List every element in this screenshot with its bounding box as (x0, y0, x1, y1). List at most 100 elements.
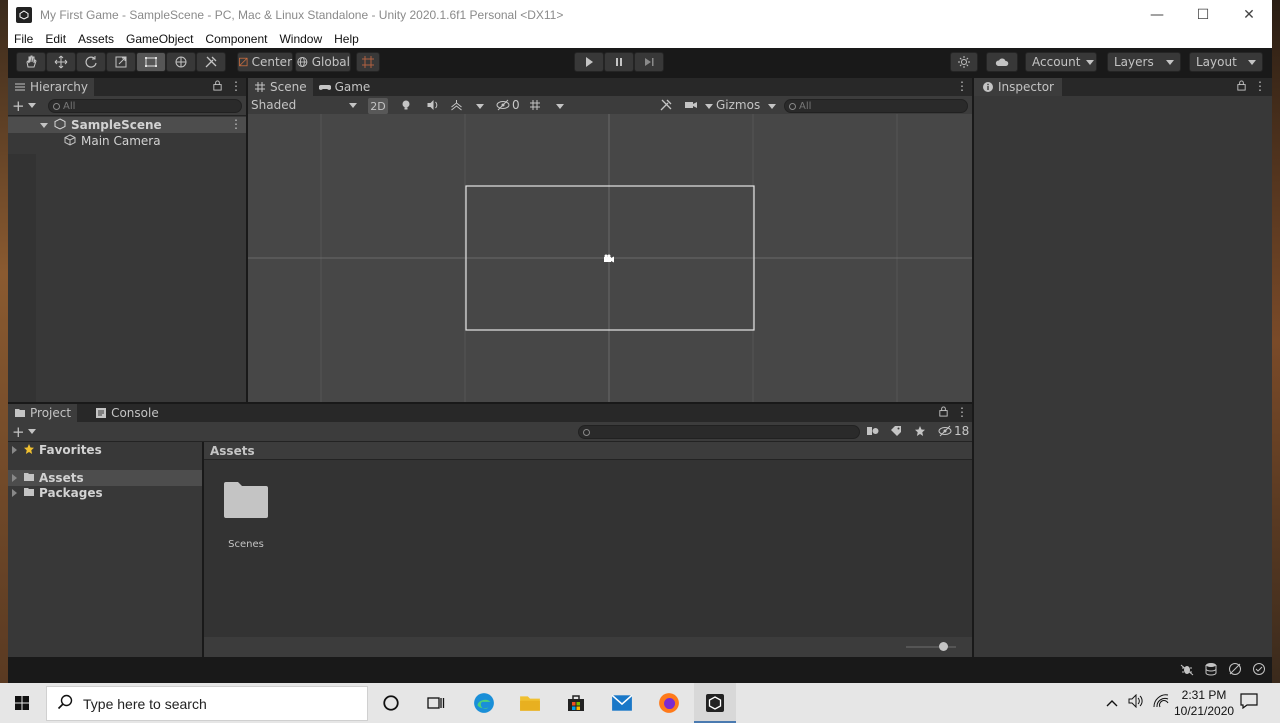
wifi-icon[interactable] (1152, 694, 1170, 711)
2d-mode-toggle[interactable]: 2D (368, 98, 388, 114)
volume-icon[interactable] (1128, 693, 1146, 711)
file-explorer-icon[interactable] (518, 691, 542, 715)
taskbar-unity-app[interactable] (694, 683, 736, 723)
tree-item-packages[interactable]: Packages (8, 485, 202, 501)
lightbulb-icon[interactable] (400, 99, 412, 114)
custom-tool-button[interactable] (196, 52, 226, 72)
cortana-icon[interactable] (379, 691, 403, 715)
scene-row[interactable]: SampleScene ⋮ (8, 117, 246, 133)
step-button[interactable] (634, 52, 664, 72)
kebab-menu-icon[interactable]: ⋮ (956, 79, 968, 93)
transform-tool-button[interactable] (166, 52, 196, 72)
services-button[interactable] (950, 52, 978, 72)
tab-inspector[interactable]: Inspector (974, 78, 1062, 96)
menu-help[interactable]: Help (328, 32, 365, 46)
auto-generate-lighting-icon[interactable] (1228, 662, 1242, 679)
kebab-menu-icon[interactable]: ⋮ (956, 405, 968, 419)
taskbar-search-box[interactable]: Type here to search (46, 686, 368, 721)
tab-project[interactable]: Project (8, 404, 78, 422)
tab-hierarchy[interactable]: Hierarchy (8, 78, 95, 96)
play-button[interactable] (574, 52, 604, 72)
menu-edit[interactable]: Edit (39, 32, 72, 46)
rotate-tool-button[interactable] (76, 52, 106, 72)
favorites-row[interactable]: Favorites (8, 442, 202, 458)
microsoft-store-icon[interactable] (564, 691, 588, 715)
menu-component[interactable]: Component (199, 32, 273, 46)
edge-browser-icon[interactable] (472, 691, 496, 715)
list-item[interactable]: Main Camera (8, 133, 246, 149)
grid-snap-button[interactable] (356, 52, 380, 72)
asset-folder-scenes[interactable]: Scenes (222, 480, 270, 550)
bug-icon[interactable] (1180, 662, 1194, 679)
chevron-up-icon[interactable] (1106, 696, 1118, 710)
windows-start-icon[interactable] (10, 691, 34, 715)
chevron-down-icon[interactable] (705, 104, 713, 109)
gizmos-dropdown[interactable]: Gizmos (716, 96, 760, 114)
tools-icon[interactable] (660, 99, 672, 114)
hidden-packages-toggle[interactable]: 18 (938, 424, 969, 438)
pivot-mode-button[interactable]: Center (237, 52, 293, 72)
effects-icon[interactable] (450, 99, 463, 114)
chevron-right-icon[interactable] (12, 474, 17, 482)
menu-window[interactable]: Window (273, 32, 328, 46)
rect-tool-button[interactable] (136, 52, 166, 72)
progress-check-icon[interactable] (1252, 662, 1266, 679)
search-by-type-icon[interactable] (866, 425, 880, 440)
kebab-menu-icon[interactable]: ⋮ (230, 117, 242, 131)
collab-button[interactable] (986, 52, 1018, 72)
chevron-down-icon[interactable] (40, 122, 48, 128)
scene-viewport[interactable] (248, 114, 972, 402)
hierarchy-search-input[interactable]: All (48, 99, 242, 113)
firefox-icon[interactable] (657, 691, 681, 715)
tag-icon[interactable] (890, 425, 902, 440)
kebab-menu-icon[interactable]: ⋮ (1254, 79, 1266, 93)
shading-mode-dropdown[interactable]: Shaded (251, 96, 357, 114)
menu-gameobject[interactable]: GameObject (120, 32, 199, 46)
add-icon[interactable]: + (12, 423, 25, 441)
task-view-icon[interactable] (424, 691, 448, 715)
lock-icon[interactable] (1236, 80, 1247, 94)
project-search-input[interactable] (578, 425, 860, 439)
pivot-rotation-button[interactable]: Global (295, 52, 351, 72)
hidden-objects-toggle[interactable]: 0 (496, 98, 520, 112)
tab-scene[interactable]: Scene (248, 78, 313, 96)
layout-dropdown[interactable]: Layout (1189, 52, 1263, 72)
lock-icon[interactable] (212, 80, 223, 94)
zoom-slider-handle[interactable] (939, 642, 948, 651)
chevron-right-icon[interactable] (12, 489, 17, 497)
tab-console[interactable]: Console (89, 404, 165, 422)
minimize-button[interactable]: — (1134, 0, 1180, 30)
breadcrumb[interactable]: Assets (204, 442, 972, 460)
chevron-down-icon[interactable] (768, 104, 776, 109)
zoom-slider-track[interactable] (906, 646, 956, 648)
layers-dropdown[interactable]: Layers (1107, 52, 1181, 72)
chevron-right-icon[interactable] (12, 446, 17, 454)
account-dropdown[interactable]: Account (1025, 52, 1097, 72)
add-icon[interactable]: + (12, 97, 25, 115)
camera-gizmo-icon[interactable] (603, 253, 615, 267)
chevron-down-icon[interactable] (28, 103, 36, 108)
hand-tool-button[interactable] (16, 52, 46, 72)
scene-search-input[interactable]: All (784, 99, 968, 113)
tree-item-assets[interactable]: Assets (8, 470, 202, 486)
chevron-down-icon[interactable] (556, 104, 564, 109)
mail-icon[interactable] (610, 691, 634, 715)
kebab-menu-icon[interactable]: ⋮ (230, 79, 242, 93)
camera-icon[interactable] (684, 99, 698, 114)
pause-button[interactable] (604, 52, 634, 72)
audio-icon[interactable] (426, 99, 439, 114)
close-button[interactable]: ✕ (1226, 0, 1272, 30)
notification-icon[interactable] (1240, 693, 1258, 712)
move-tool-button[interactable] (46, 52, 76, 72)
lock-icon[interactable] (938, 406, 949, 420)
tab-game[interactable]: Game (313, 78, 377, 96)
menu-file[interactable]: File (8, 32, 39, 46)
maximize-button[interactable]: ☐ (1180, 0, 1226, 30)
menu-assets[interactable]: Assets (72, 32, 120, 46)
cache-server-icon[interactable] (1204, 662, 1218, 679)
taskbar-clock[interactable]: 2:31 PM 10/21/2020 (1174, 687, 1234, 719)
star-icon[interactable] (914, 425, 926, 440)
grid-icon[interactable] (529, 99, 541, 114)
scale-tool-button[interactable] (106, 52, 136, 72)
chevron-down-icon[interactable] (28, 429, 36, 434)
